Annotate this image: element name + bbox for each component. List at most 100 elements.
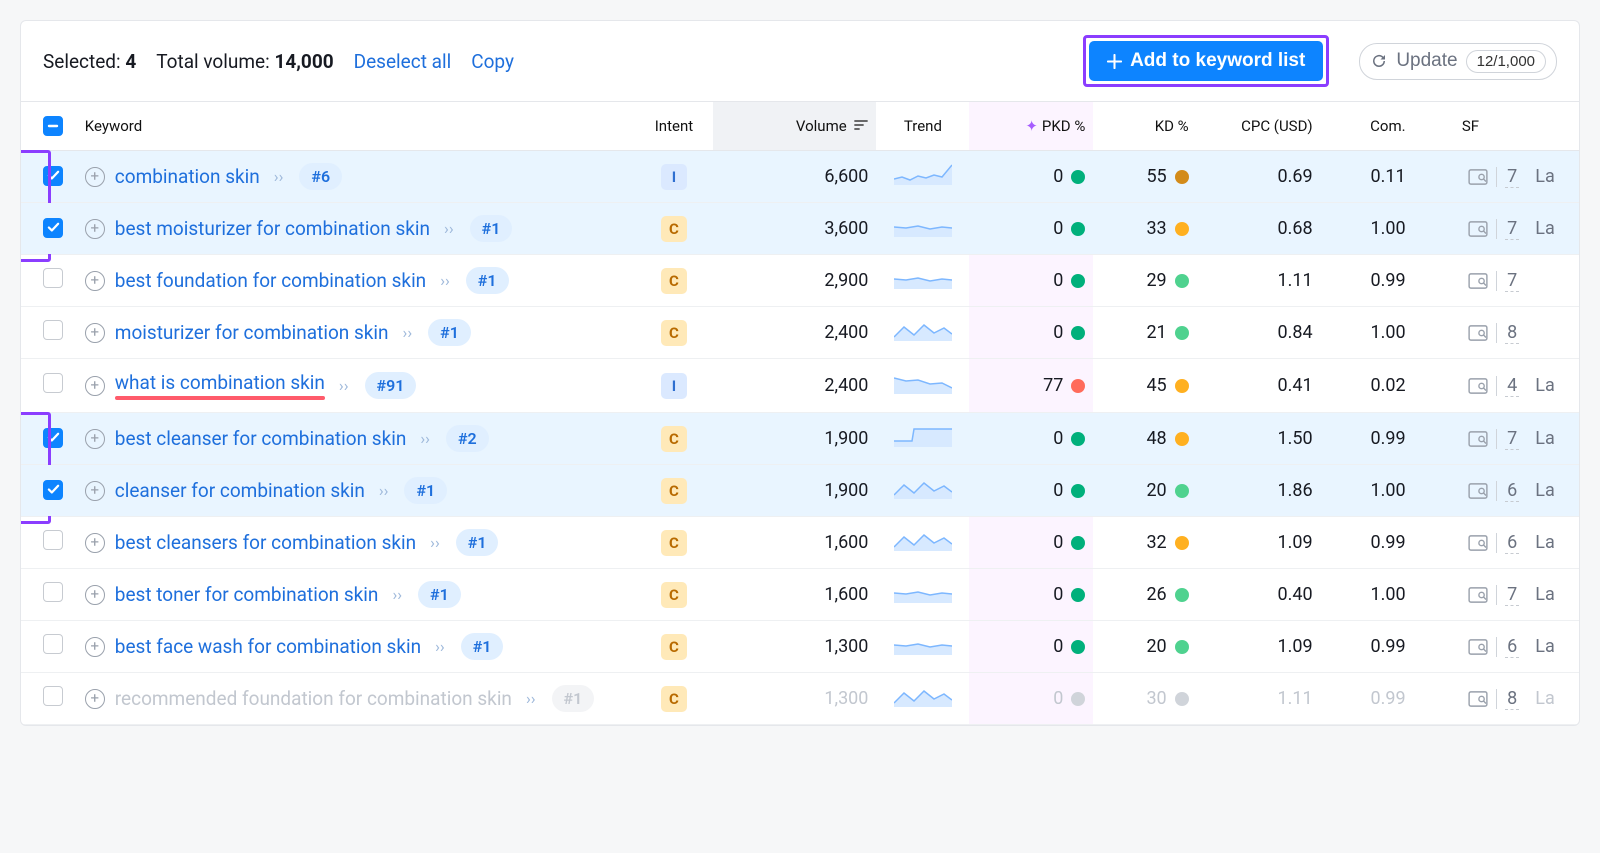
header-kd[interactable]: KD % (1093, 102, 1196, 151)
keyword-link[interactable]: best moisturizer for combination skin (115, 217, 430, 240)
keyword-link[interactable]: cleanser for combination skin (115, 479, 365, 502)
rank-badge[interactable]: #1 (456, 529, 499, 556)
pkd-cell: 0 (969, 151, 1093, 203)
sf-cell[interactable]: 4 (1422, 375, 1520, 397)
sf-cell[interactable]: 6 (1422, 636, 1520, 658)
row-checkbox[interactable] (43, 582, 63, 602)
row-checkbox[interactable] (43, 428, 63, 448)
rank-badge[interactable]: #1 (466, 267, 509, 294)
chevron-right-icon: ›› (430, 533, 440, 552)
expand-icon[interactable]: + (85, 271, 105, 291)
row-checkbox[interactable] (43, 686, 63, 706)
sf-cell[interactable]: 7 (1422, 270, 1520, 292)
sf-cell[interactable]: 8 (1422, 322, 1520, 344)
intent-badge[interactable]: C (661, 268, 687, 294)
rank-badge[interactable]: #1 (418, 581, 461, 608)
sf-count[interactable]: 7 (1505, 428, 1519, 450)
intent-badge[interactable]: C (661, 582, 687, 608)
row-checkbox[interactable] (43, 530, 63, 550)
sf-cell[interactable]: 7 (1422, 218, 1520, 240)
sf-count[interactable]: 4 (1505, 375, 1519, 397)
expand-icon[interactable]: + (85, 376, 105, 396)
table-row: +what is combination skin››#91I2,4007745… (21, 359, 1579, 413)
expand-icon[interactable]: + (85, 219, 105, 239)
intent-badge[interactable]: C (661, 478, 687, 504)
expand-icon[interactable]: + (85, 167, 105, 187)
row-checkbox[interactable] (43, 634, 63, 654)
header-trend[interactable]: Trend (876, 102, 969, 151)
rank-badge[interactable]: #6 (299, 163, 342, 190)
overflow-cell: La (1527, 465, 1579, 517)
keyword-link[interactable]: best face wash for combination skin (115, 635, 421, 658)
copy-button[interactable]: Copy (471, 50, 514, 73)
expand-icon[interactable]: + (85, 637, 105, 657)
sf-cell[interactable]: 6 (1422, 532, 1520, 554)
update-button[interactable]: Update 12/1,000 (1359, 43, 1557, 80)
keyword-link[interactable]: best cleansers for combination skin (115, 531, 416, 554)
sf-count[interactable]: 7 (1505, 166, 1519, 188)
header-sf[interactable]: SF (1414, 102, 1528, 151)
rank-badge[interactable]: #91 (365, 372, 417, 399)
intent-badge[interactable]: I (661, 373, 687, 399)
sf-count[interactable]: 7 (1505, 270, 1519, 292)
header-intent[interactable]: Intent (635, 102, 714, 151)
header-keyword[interactable]: Keyword (77, 102, 635, 151)
intent-badge[interactable]: C (661, 426, 687, 452)
sf-cell[interactable]: 7 (1422, 428, 1520, 450)
serp-icon (1468, 221, 1488, 237)
sf-cell[interactable]: 8 (1422, 688, 1520, 710)
row-checkbox[interactable] (43, 218, 63, 238)
rank-badge[interactable]: #1 (428, 319, 471, 346)
header-cpc[interactable]: CPC (USD) (1197, 102, 1321, 151)
sf-count[interactable]: 6 (1505, 636, 1519, 658)
header-com[interactable]: Com. (1321, 102, 1414, 151)
sf-count[interactable]: 8 (1505, 688, 1519, 710)
intent-badge[interactable]: C (661, 320, 687, 346)
sf-cell[interactable]: 7 (1422, 166, 1520, 188)
select-all-header[interactable] (21, 102, 77, 151)
rank-badge[interactable]: #1 (470, 215, 513, 242)
expand-icon[interactable]: + (85, 429, 105, 449)
expand-icon[interactable]: + (85, 323, 105, 343)
add-to-keyword-list-button[interactable]: Add to keyword list (1089, 41, 1323, 81)
rank-badge[interactable]: #1 (552, 685, 595, 712)
sf-count[interactable]: 7 (1505, 218, 1519, 240)
row-checkbox[interactable] (43, 480, 63, 500)
sf-count[interactable]: 6 (1505, 532, 1519, 554)
row-checkbox[interactable] (43, 166, 63, 186)
keyword-link[interactable]: best toner for combination skin (115, 583, 379, 606)
expand-icon[interactable]: + (85, 689, 105, 709)
sf-cell[interactable]: 7 (1422, 584, 1520, 606)
sf-count[interactable]: 6 (1505, 480, 1519, 502)
expand-icon[interactable]: + (85, 481, 105, 501)
overflow-cell: La (1527, 203, 1579, 255)
kd-cell: 20 (1093, 465, 1196, 517)
keyword-link[interactable]: best foundation for combination skin (115, 269, 426, 292)
kd-dot (1175, 222, 1189, 236)
row-checkbox[interactable] (43, 268, 63, 288)
intent-badge[interactable]: C (661, 530, 687, 556)
row-checkbox[interactable] (43, 320, 63, 340)
deselect-all-button[interactable]: Deselect all (354, 50, 452, 73)
header-volume[interactable]: Volume (713, 102, 876, 151)
intent-badge[interactable]: I (661, 164, 687, 190)
intent-badge[interactable]: C (661, 216, 687, 242)
header-pkd[interactable]: ✦PKD % (969, 102, 1093, 151)
sf-count[interactable]: 7 (1505, 584, 1519, 606)
keyword-link[interactable]: recommended foundation for combination s… (115, 687, 512, 710)
intent-badge[interactable]: C (661, 634, 687, 660)
keyword-link[interactable]: moisturizer for combination skin (115, 321, 389, 344)
rank-badge[interactable]: #1 (404, 477, 447, 504)
sf-cell[interactable]: 6 (1422, 480, 1520, 502)
rank-badge[interactable]: #1 (461, 633, 504, 660)
select-all-checkbox[interactable] (43, 116, 63, 136)
intent-badge[interactable]: C (661, 686, 687, 712)
row-checkbox[interactable] (43, 373, 63, 393)
expand-icon[interactable]: + (85, 533, 105, 553)
keyword-link[interactable]: combination skin (115, 165, 260, 188)
rank-badge[interactable]: #2 (446, 425, 489, 452)
sf-count[interactable]: 8 (1505, 322, 1519, 344)
keyword-link[interactable]: what is combination skin (115, 371, 325, 394)
expand-icon[interactable]: + (85, 585, 105, 605)
keyword-link[interactable]: best cleanser for combination skin (115, 427, 407, 450)
